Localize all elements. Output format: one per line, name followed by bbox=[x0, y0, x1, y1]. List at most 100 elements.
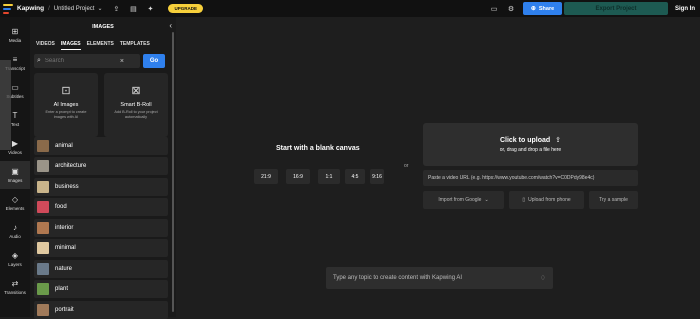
list-item[interactable]: plant bbox=[34, 280, 168, 298]
images-icon: ▣ bbox=[11, 167, 19, 176]
layers-icon: ◈ bbox=[11, 251, 19, 260]
category-thumbnail bbox=[37, 283, 49, 295]
list-item[interactable]: interior bbox=[34, 219, 168, 237]
card-description: Enter a prompt to create images with AI bbox=[45, 110, 87, 119]
nav-label: Layers bbox=[8, 262, 22, 267]
nav-label: Transitions bbox=[4, 290, 26, 295]
try-a-sample-button[interactable]: Try a sample bbox=[589, 191, 638, 209]
brand-name: Kapwing bbox=[17, 5, 45, 12]
card-description: Add B-Roll to your project automatically bbox=[114, 110, 158, 119]
nav-elements[interactable]: ◇ Elements bbox=[0, 189, 30, 217]
clear-search-icon[interactable]: × bbox=[120, 58, 124, 65]
upload-icon: ⇪ bbox=[555, 137, 562, 144]
category-label: interior bbox=[55, 225, 74, 231]
category-label: minimal bbox=[55, 245, 76, 251]
title-separator: / bbox=[48, 5, 50, 12]
category-thumbnail bbox=[37, 242, 49, 254]
ratio-1-1-button[interactable]: 1:1 bbox=[318, 169, 340, 184]
sign-in-link[interactable]: Sign In bbox=[675, 6, 695, 12]
ai-prompt-input[interactable]: Type any topic to create content with Ka… bbox=[326, 267, 553, 289]
list-item[interactable]: food bbox=[34, 198, 168, 216]
videos-icon: ▶ bbox=[11, 139, 19, 148]
search-icon: ⌕ bbox=[37, 57, 41, 64]
upgrade-button[interactable]: UPGRADE bbox=[168, 4, 203, 13]
button-label: Upload from phone bbox=[528, 197, 571, 203]
upload-dropzone[interactable]: Click to upload ⇪ or, drag and drop a fi… bbox=[423, 123, 638, 166]
list-item[interactable]: architecture bbox=[34, 157, 168, 175]
ai-images-card[interactable]: ⊡ AI Images Enter a prompt to create ima… bbox=[34, 73, 98, 137]
nav-media[interactable]: ⊞ Media bbox=[0, 21, 30, 49]
list-item[interactable]: animal bbox=[34, 137, 168, 155]
idea-bulb-icon[interactable]: ✦ bbox=[145, 4, 155, 14]
ratio-21-9-button[interactable]: 21:9 bbox=[254, 169, 278, 184]
project-title[interactable]: Untitled Project bbox=[54, 6, 95, 12]
category-label: food bbox=[55, 204, 67, 210]
tab-elements[interactable]: ELEMENTS bbox=[87, 41, 114, 50]
top-bar: Kapwing / Untitled Project ⌄ ⇪ ▤ ✦ UPGRA… bbox=[0, 0, 700, 17]
list-item[interactable]: nature bbox=[34, 260, 168, 278]
category-label: architecture bbox=[55, 163, 87, 169]
media-icon: ⊞ bbox=[11, 27, 19, 36]
chat-icon[interactable]: ▭ bbox=[489, 4, 499, 14]
nav-label: Images bbox=[7, 178, 23, 183]
search-box: ⌕ × bbox=[34, 54, 140, 68]
category-label: animal bbox=[55, 143, 73, 149]
ratio-4-5-button[interactable]: 4:5 bbox=[345, 169, 365, 184]
category-thumbnail bbox=[37, 222, 49, 234]
nav-layers[interactable]: ◈ Layers bbox=[0, 245, 30, 273]
ai-image-icon: ⊡ bbox=[61, 85, 71, 97]
comment-icon[interactable]: ▤ bbox=[128, 4, 138, 14]
share-button[interactable]: ⊕ Share bbox=[523, 2, 562, 15]
nav-label: Videos bbox=[8, 150, 22, 155]
category-thumbnail bbox=[37, 140, 49, 152]
ratio-16-9-button[interactable]: 16:9 bbox=[286, 169, 310, 184]
nav-label: Media bbox=[8, 38, 22, 43]
card-title: Smart B-Roll bbox=[120, 102, 152, 108]
upload-icon[interactable]: ⇪ bbox=[111, 4, 121, 14]
list-item[interactable]: business bbox=[34, 178, 168, 196]
category-thumbnail bbox=[37, 263, 49, 275]
nav-label: Elements bbox=[5, 206, 25, 211]
ratio-9-16-button[interactable]: 9:16 bbox=[370, 169, 384, 184]
share-user-icon: ⊕ bbox=[530, 6, 536, 12]
category-label: nature bbox=[55, 266, 73, 272]
logo[interactable]: Kapwing bbox=[3, 3, 48, 14]
nav-audio[interactable]: ♪ Audio bbox=[0, 217, 30, 245]
collapse-panel-icon[interactable]: ‹ bbox=[169, 21, 172, 30]
or-divider: or bbox=[404, 163, 409, 169]
chevron-down-icon: ⌄ bbox=[484, 197, 489, 203]
nav-label: Audio bbox=[9, 234, 21, 239]
panel-title: IMAGES bbox=[92, 24, 114, 30]
upload-subtitle: or, drag and drop a file here bbox=[499, 147, 562, 153]
transitions-icon: ⇄ bbox=[11, 279, 19, 288]
panel-scrollbar[interactable] bbox=[172, 32, 174, 312]
left-nav: ⊞ Media ≡ Transcript ▭ Subtitles T Text ▶ Vid… bbox=[0, 17, 30, 317]
card-title: AI Images bbox=[53, 102, 79, 108]
button-label: Import from Google bbox=[438, 197, 482, 203]
nav-images[interactable]: ▣ Images bbox=[0, 161, 30, 189]
tab-templates[interactable]: TEMPLATES bbox=[120, 41, 150, 50]
list-item[interactable]: minimal bbox=[34, 239, 168, 257]
nav-transitions[interactable]: ⇄ Transitions bbox=[0, 273, 30, 301]
transcript-icon: ≡ bbox=[12, 55, 18, 64]
export-project-button[interactable]: Export Project bbox=[564, 2, 668, 15]
audio-icon: ♪ bbox=[13, 223, 17, 232]
list-item[interactable]: portrait bbox=[34, 301, 168, 319]
b-roll-icon: ⊠ bbox=[131, 85, 141, 97]
panel-tabs: VIDEOS IMAGES ELEMENTS TEMPLATES bbox=[36, 41, 156, 50]
tab-videos[interactable]: VIDEOS bbox=[36, 41, 55, 50]
settings-icon[interactable]: ⚙ bbox=[506, 4, 516, 14]
category-label: plant bbox=[55, 286, 69, 292]
search-input[interactable] bbox=[44, 58, 120, 64]
idea-bulb-icon[interactable]: ♢ bbox=[540, 274, 546, 282]
import-from-google-button[interactable]: Import from Google ⌄ bbox=[423, 191, 504, 209]
chevron-down-icon[interactable]: ⌄ bbox=[97, 5, 102, 12]
phone-icon: ▯ bbox=[522, 197, 526, 203]
go-button[interactable]: Go bbox=[143, 54, 165, 68]
ai-prompt-placeholder: Type any topic to create content with Ka… bbox=[333, 275, 463, 281]
tab-images[interactable]: IMAGES bbox=[60, 41, 81, 50]
smart-b-roll-card[interactable]: ⊠ Smart B-Roll Add B-Roll to your projec… bbox=[104, 73, 168, 137]
upload-from-phone-button[interactable]: ▯ Upload from phone bbox=[509, 191, 584, 209]
subtitles-icon: ▭ bbox=[11, 83, 19, 92]
video-url-input[interactable]: Paste a video URL (e.g. https://www.yout… bbox=[423, 170, 638, 186]
